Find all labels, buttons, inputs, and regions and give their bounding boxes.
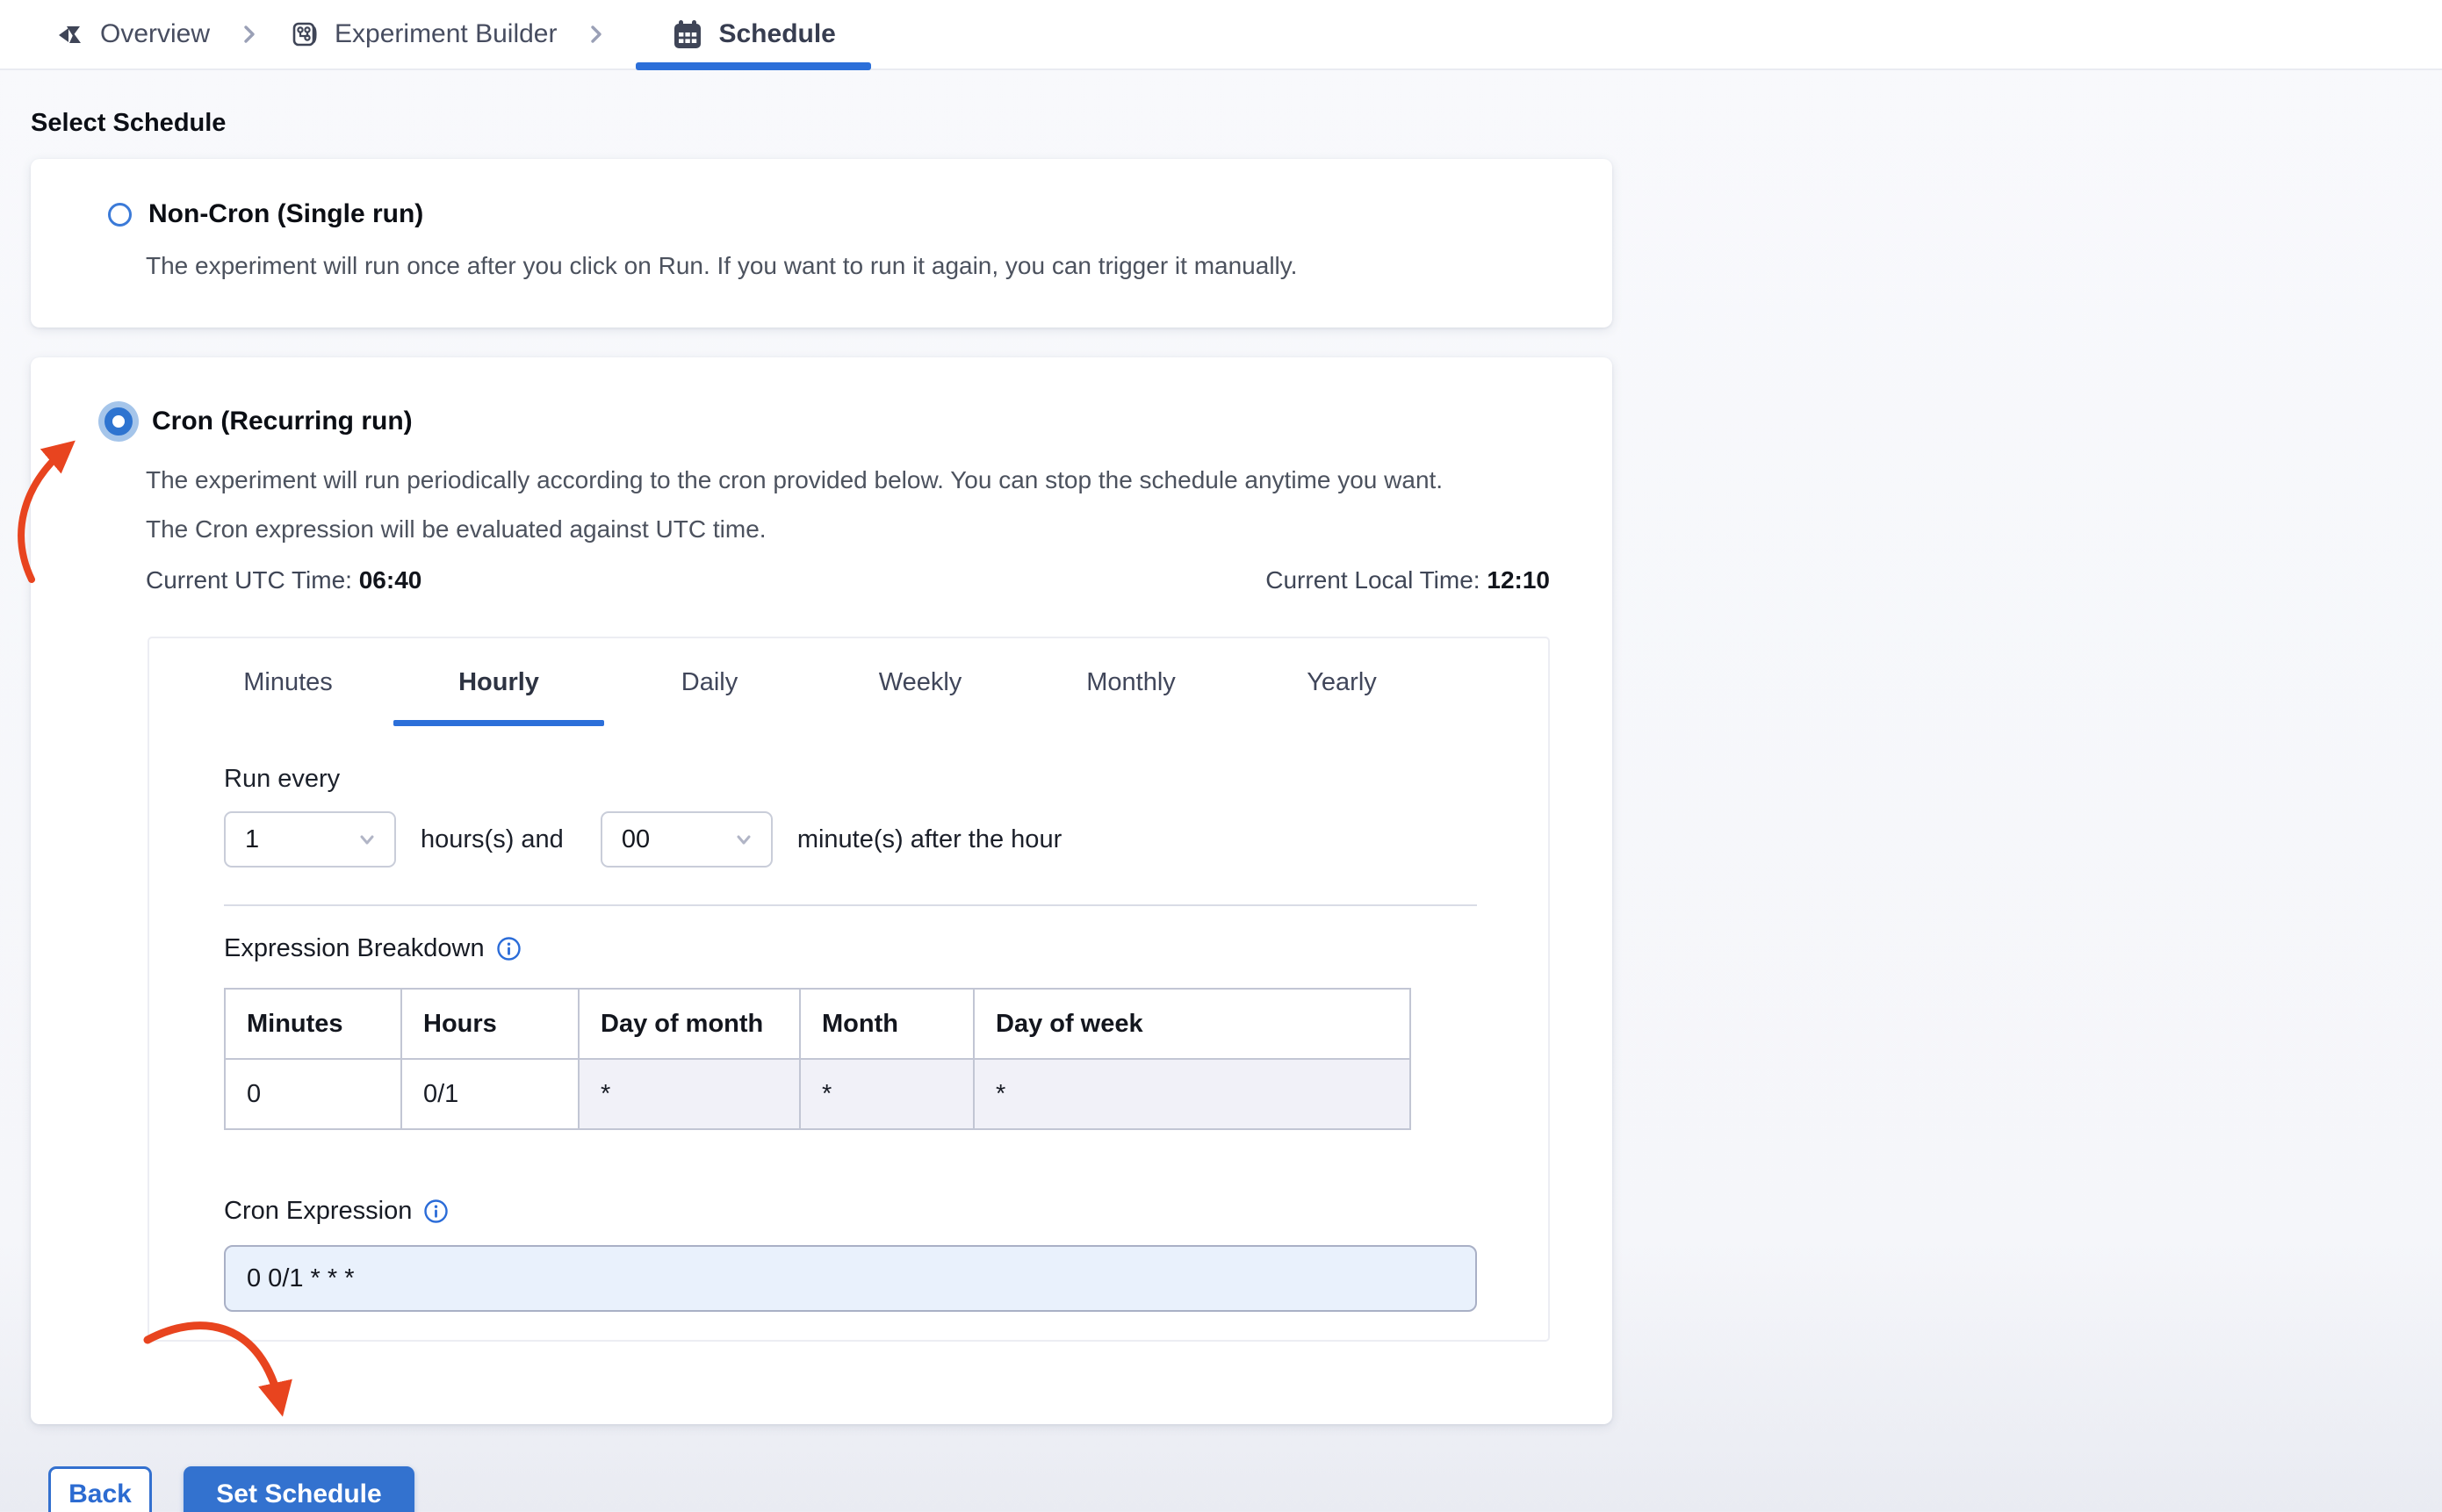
schedule-page: Select Schedule Non-Cron (Single run) Th…	[0, 70, 2442, 1512]
cron-expression-input[interactable]	[224, 1245, 1477, 1312]
set-schedule-button[interactable]: Set Schedule	[184, 1466, 414, 1512]
expression-breakdown-label: Expression Breakdown	[224, 934, 485, 962]
hours-suffix-label: hours(s) and	[421, 824, 564, 853]
chevron-right-icon	[236, 0, 263, 68]
table-cell-month: *	[799, 1058, 975, 1130]
non-cron-title: Non-Cron (Single run)	[148, 199, 424, 228]
experiment-builder-icon	[289, 18, 321, 50]
table-header-day-of-month: Day of month	[578, 988, 801, 1060]
table-cell-hours: 0/1	[400, 1058, 580, 1130]
tab-monthly[interactable]: Monthly	[1026, 638, 1236, 726]
table-header-day-of-week: Day of week	[973, 988, 1411, 1060]
current-utc-time: Current UTC Time: 06:40	[146, 566, 422, 594]
current-local-time-value: 12:10	[1487, 566, 1550, 594]
cron-expression-label: Cron Expression	[224, 1197, 413, 1225]
table-header-month: Month	[799, 988, 975, 1060]
cron-scheduler-panel: Minutes Hourly Daily Weekly Monthly Year…	[148, 637, 1550, 1342]
non-cron-description: The experiment will run once after you c…	[146, 252, 1298, 279]
current-utc-time-value: 06:40	[358, 566, 422, 594]
breadcrumb-item-schedule[interactable]: Schedule	[636, 0, 871, 70]
cron-expression-header: Cron Expression	[224, 1197, 1473, 1226]
tab-yearly[interactable]: Yearly	[1236, 638, 1447, 726]
cron-description-1: The experiment will run periodically acc…	[146, 466, 1444, 493]
minutes-select[interactable]: 00	[600, 811, 773, 868]
breadcrumb-item-experiment-builder[interactable]: Experiment Builder	[289, 0, 557, 68]
calendar-icon	[671, 18, 704, 51]
breadcrumb-label: Overview	[100, 19, 211, 48]
breadcrumb-item-overview[interactable]: Overview	[54, 0, 210, 68]
info-icon[interactable]	[496, 936, 522, 961]
breadcrumb-label: Schedule	[718, 19, 836, 48]
chevron-down-icon	[360, 835, 374, 845]
current-local-time: Current Local Time: 12:10	[1265, 566, 1550, 594]
chaos-scenario-icon	[54, 18, 86, 50]
cron-title: Cron (Recurring run)	[152, 407, 413, 436]
breadcrumb-label: Experiment Builder	[335, 19, 558, 48]
footer-actions: Back Set Schedule	[31, 1466, 2442, 1512]
minutes-select-value: 00	[621, 824, 651, 853]
cron-radio[interactable]	[104, 407, 133, 436]
table-cell-day-of-month: *	[578, 1058, 801, 1130]
tab-hourly[interactable]: Hourly	[393, 638, 604, 726]
back-button[interactable]: Back	[48, 1466, 152, 1512]
chevron-right-icon	[583, 0, 609, 68]
hours-select-value: 1	[245, 824, 260, 853]
table-header-hours: Hours	[400, 988, 580, 1060]
minutes-suffix-label: minute(s) after the hour	[796, 824, 1063, 853]
active-tab-underline	[636, 62, 871, 70]
cron-frequency-tabs: Minutes Hourly Daily Weekly Monthly Year…	[149, 638, 1548, 726]
hours-select[interactable]: 1	[224, 811, 396, 868]
current-times-row: Current UTC Time: 06:40 Current Local Ti…	[146, 566, 1550, 594]
info-icon[interactable]	[423, 1199, 449, 1224]
chevron-down-icon	[737, 835, 751, 845]
run-every-label: Run every	[224, 765, 341, 793]
expression-breakdown-header: Expression Breakdown	[224, 934, 1473, 963]
non-cron-radio[interactable]	[108, 202, 132, 227]
tab-weekly[interactable]: Weekly	[815, 638, 1026, 726]
breadcrumb: Overview Experiment Builder Schedule	[0, 0, 2442, 70]
expression-breakdown-table: Minutes Hours Day of month Month Day of …	[224, 988, 1411, 1130]
section-divider	[224, 904, 1477, 906]
table-header-minutes: Minutes	[224, 988, 402, 1060]
tab-daily[interactable]: Daily	[604, 638, 815, 726]
page-title: Select Schedule	[31, 109, 227, 137]
non-cron-option-card: Non-Cron (Single run) The experiment wil…	[31, 159, 1612, 328]
cron-description-2: The Cron expression will be evaluated ag…	[146, 515, 767, 543]
cron-option-card: Cron (Recurring run) The experiment will…	[31, 357, 1612, 1424]
tab-minutes[interactable]: Minutes	[183, 638, 393, 726]
table-cell-day-of-week: *	[973, 1058, 1411, 1130]
table-cell-minutes: 0	[224, 1058, 402, 1130]
table-row: 0 0/1 * * *	[224, 1058, 1411, 1130]
run-every-controls: 1 hours(s) and 00 minute(s) after the ho…	[224, 811, 1473, 868]
